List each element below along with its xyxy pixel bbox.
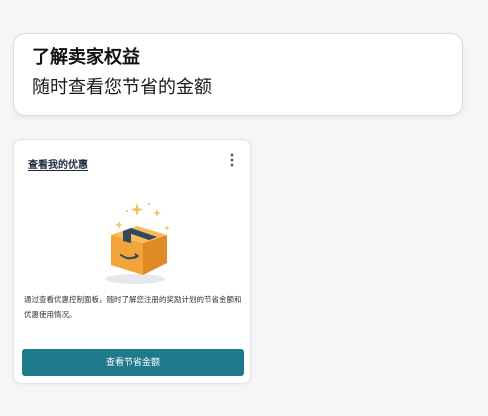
page-title: 了解卖家权益: [32, 47, 140, 68]
package-box-icon: [99, 195, 179, 290]
view-savings-button[interactable]: 查看节省金额: [22, 349, 244, 376]
widget-title-link[interactable]: 查看我的优惠: [28, 160, 88, 171]
widget-description: 通过查看优惠控制面板，随时了解您注册的奖励计划的节省金额和优惠使用情况。: [24, 295, 242, 319]
page-subtitle: 随时查看您节省的金额: [32, 77, 212, 98]
more-vertical-icon[interactable]: [226, 152, 238, 168]
widget-header: 查看我的优惠: [28, 152, 238, 171]
header-card: 了解卖家权益 随时查看您节省的金额: [13, 33, 463, 116]
offers-widget: 查看我的优惠 通过查看优惠控制面板，随时了解您注册的奖励计划的节省金额和优惠使用…: [13, 139, 251, 384]
